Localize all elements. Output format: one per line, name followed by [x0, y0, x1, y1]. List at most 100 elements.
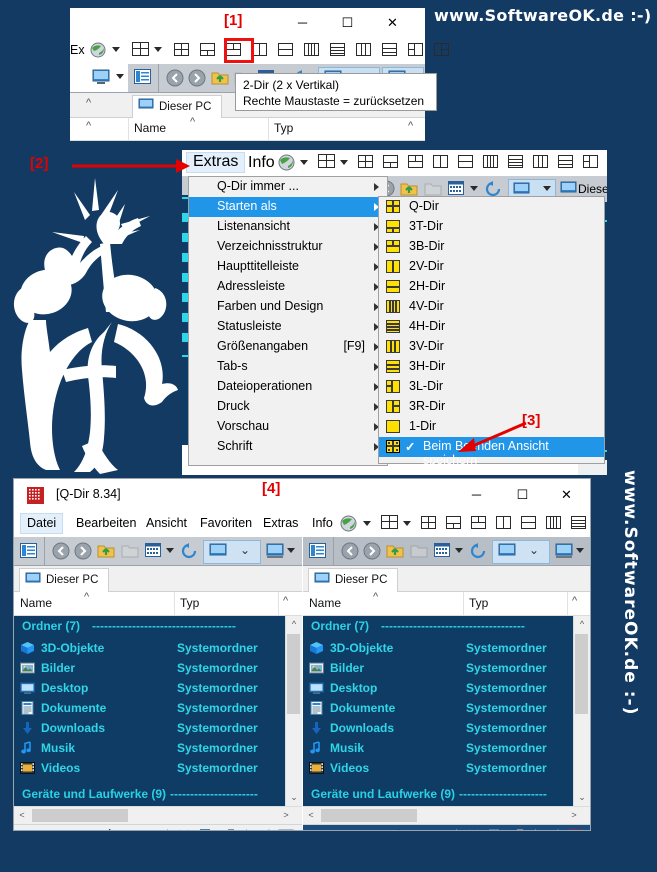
- layout-icon-quad-2[interactable]: [358, 155, 373, 168]
- layout-icon-3bottom-2[interactable]: [408, 155, 423, 168]
- monitor-icon-right-2[interactable]: [555, 543, 573, 563]
- view-options-icon-left[interactable]: [145, 543, 161, 563]
- menu-item-tabs[interactable]: Tab-s: [189, 357, 387, 377]
- table-row[interactable]: Videos Systemordner: [14, 758, 302, 778]
- edit-pen-icon-left[interactable]: [256, 829, 272, 830]
- main-maximize-button[interactable]: ☐: [500, 479, 545, 511]
- submenu-item-3l-dir[interactable]: 3L-Dir: [379, 377, 604, 397]
- layout-icon-quad[interactable]: [174, 43, 189, 56]
- table-row[interactable]: Musik Systemordner: [303, 738, 590, 758]
- paste-icon-right[interactable]: [513, 829, 527, 830]
- menu-datei[interactable]: Datei: [20, 513, 64, 534]
- layout-icon-2horizontal-2[interactable]: [458, 155, 473, 168]
- submenu-item-3v-dir[interactable]: 3V-Dir: [379, 337, 604, 357]
- submenu-item-4v-dir[interactable]: 4V-Dir: [379, 297, 604, 317]
- column-header-type-right[interactable]: Typ: [469, 596, 488, 610]
- submenu-item-3r-dir[interactable]: 3R-Dir: [379, 397, 604, 417]
- menu-item-schrift[interactable]: Schrift: [189, 437, 387, 457]
- list-view-icon-right[interactable]: [309, 543, 326, 564]
- menu-info-main[interactable]: Info: [306, 514, 339, 533]
- list-view-icon[interactable]: [134, 69, 151, 90]
- horizontal-scrollbar-left[interactable]: < >: [14, 806, 302, 824]
- globe-icon[interactable]: [90, 42, 106, 61]
- vertical-scrollbar-left[interactable]: ^ ⌄: [285, 616, 302, 806]
- cut-icon-right[interactable]: [466, 829, 481, 830]
- copy-icon-left[interactable]: [200, 829, 215, 830]
- horizontal-scroll-thumb[interactable]: [321, 809, 417, 822]
- menu-info[interactable]: Info: [242, 153, 281, 172]
- flash-icon-right[interactable]: [391, 828, 405, 830]
- delete-icon-right[interactable]: [434, 829, 449, 830]
- table-row[interactable]: Dokumente Systemordner: [14, 698, 302, 718]
- layout-icon-4horizontal-3[interactable]: [571, 516, 586, 529]
- monitor-caret-left[interactable]: [287, 548, 295, 553]
- scroll-right-arrow[interactable]: >: [278, 807, 294, 824]
- layout-dropdown-caret[interactable]: [154, 47, 162, 52]
- layout-icon-quad-3[interactable]: [421, 516, 436, 529]
- horizontal-scroll-thumb[interactable]: [32, 809, 128, 822]
- table-row[interactable]: Desktop Systemordner: [14, 678, 302, 698]
- forward-icon-left[interactable]: [74, 542, 92, 565]
- table-row[interactable]: Downloads Systemordner: [14, 718, 302, 738]
- horizontal-scrollbar-right[interactable]: < >: [303, 806, 590, 824]
- menu-item-farben-und-design[interactable]: Farben und Design: [189, 297, 387, 317]
- menu-item-dateioperationen[interactable]: Dateioperationen: [189, 377, 387, 397]
- back-icon-left[interactable]: [52, 542, 70, 565]
- monitor-icon-left[interactable]: [92, 69, 110, 90]
- table-row[interactable]: Downloads Systemordner: [303, 718, 590, 738]
- menu-item-starten-als[interactable]: Starten als: [189, 197, 387, 217]
- maximize-button[interactable]: ☐: [325, 8, 370, 38]
- layout-icon-3vertical-2[interactable]: [533, 155, 548, 168]
- forward-icon[interactable]: [188, 69, 206, 92]
- menu-item-q-dir-immer[interactable]: Q-Dir immer ...: [189, 177, 387, 197]
- menu-extras[interactable]: Extras: [186, 152, 246, 173]
- layout-icon-4horizontal-2[interactable]: [508, 155, 523, 168]
- menu-item-verzeichnisstruktur[interactable]: Verzeichnisstruktur: [189, 237, 387, 257]
- layout-icon-3horizontal-2[interactable]: [558, 155, 573, 168]
- menu-item-statusleiste[interactable]: Statusleiste: [189, 317, 387, 337]
- table-row[interactable]: 3D-Objekte Systemordner: [303, 638, 590, 658]
- column-header-name[interactable]: Name: [134, 121, 166, 135]
- new-folder-icon-left[interactable]: [121, 542, 139, 564]
- header-right-caret[interactable]: ^: [408, 120, 413, 132]
- menu-item-druck[interactable]: Druck: [189, 397, 387, 417]
- table-row[interactable]: Videos Systemordner: [303, 758, 590, 778]
- grid-icon-right[interactable]: [567, 829, 583, 830]
- address-caret-3[interactable]: [543, 186, 551, 191]
- column-header-name-left[interactable]: Name: [20, 596, 52, 610]
- scroll-down-arrow[interactable]: ⌄: [286, 789, 302, 806]
- column-header-type-left[interactable]: Typ: [180, 596, 199, 610]
- vertical-scrollbar-right[interactable]: ^ ⌄: [573, 616, 590, 806]
- pane-left-filelist[interactable]: Ordner (7) -----------------------------…: [14, 616, 302, 806]
- scroll-left-arrow[interactable]: <: [14, 807, 30, 824]
- table-row[interactable]: 3D-Objekte Systemordner: [14, 638, 302, 658]
- view-options-caret-right[interactable]: [455, 548, 463, 553]
- flash-icon-left[interactable]: [102, 828, 116, 830]
- up-folder-icon-left[interactable]: [97, 542, 115, 564]
- submenu-item-2v-dir[interactable]: 2V-Dir: [379, 257, 604, 277]
- layout-caret-main[interactable]: [403, 521, 411, 526]
- layout-icon-2horizontal-3[interactable]: [521, 516, 536, 529]
- scroll-down-arrow[interactable]: ⌄: [574, 789, 590, 806]
- expand-chevrons-left[interactable]: ⌄: [240, 543, 250, 557]
- refresh-icon-left[interactable]: [181, 543, 198, 564]
- minimize-button[interactable]: ─: [280, 8, 325, 38]
- layout-icon-3top[interactable]: [200, 43, 215, 56]
- layout-icon-4vertical[interactable]: [304, 43, 319, 56]
- cut-icon-left[interactable]: [177, 829, 192, 830]
- header-caret-left[interactable]: ^: [283, 595, 288, 607]
- submenu-item-2h-dir[interactable]: 2H-Dir: [379, 277, 604, 297]
- pane-right-filelist[interactable]: Ordner (7) -----------------------------…: [303, 616, 590, 806]
- table-row[interactable]: Bilder Systemordner: [14, 658, 302, 678]
- header-caret-right[interactable]: ^: [572, 595, 577, 607]
- globe-caret-2[interactable]: [300, 160, 308, 165]
- list-view-icon-left[interactable]: [20, 543, 37, 564]
- layout-icon-3vertical[interactable]: [356, 43, 371, 56]
- scroll-up-arrow[interactable]: ^: [286, 616, 302, 633]
- monitor-caret-right[interactable]: [576, 548, 584, 553]
- paste-icon-left[interactable]: [224, 829, 238, 830]
- close-button[interactable]: ✕: [370, 8, 415, 38]
- layout-icon-2vertical-3[interactable]: [496, 516, 511, 529]
- menu-item-groessenangaben[interactable]: Größenangaben [F9]: [189, 337, 387, 357]
- layout-icon-3top-2[interactable]: [383, 155, 398, 168]
